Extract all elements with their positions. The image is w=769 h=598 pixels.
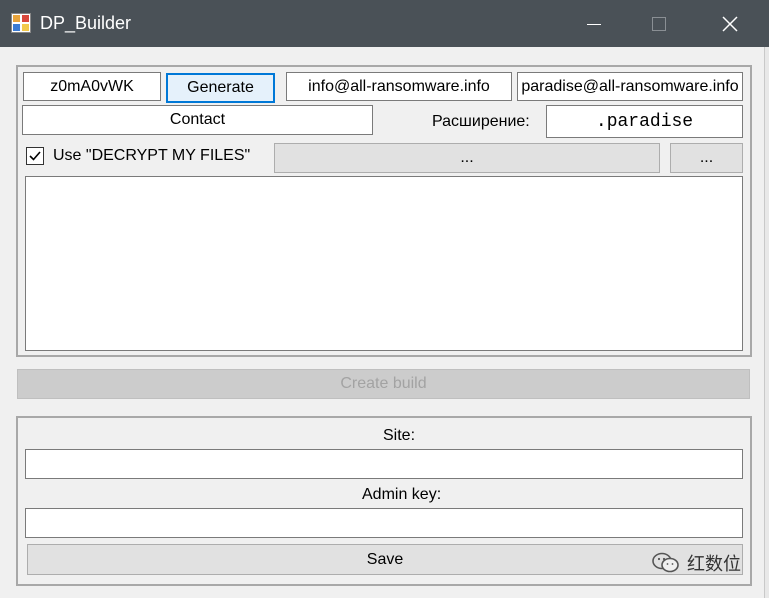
site-input[interactable] (25, 449, 743, 479)
minimize-icon (587, 24, 601, 25)
email-field-1[interactable]: info@all-ransomware.info (286, 72, 512, 101)
window-edge (764, 47, 769, 598)
admin-key-input[interactable] (25, 508, 743, 538)
save-button[interactable]: Save (27, 544, 743, 575)
watermark-text: 红数位 (687, 554, 741, 574)
generate-button[interactable]: Generate (166, 73, 275, 103)
watermark: 红数位 (651, 550, 741, 576)
title-bar: DP_Builder (0, 0, 769, 47)
use-decrypt-checkbox[interactable] (26, 147, 44, 165)
extension-label: Расширение: (432, 113, 530, 130)
close-button[interactable] (707, 0, 753, 47)
email-field-2[interactable]: paradise@all-ransomware.info (517, 72, 743, 101)
app-window-icon (11, 13, 31, 33)
maximize-icon (652, 16, 666, 31)
window-title: DP_Builder (40, 13, 132, 33)
admin-key-label: Admin key: (362, 486, 442, 503)
contact-field[interactable]: Contact (22, 105, 373, 135)
close-icon (722, 15, 738, 32)
notes-textarea[interactable] (25, 176, 743, 351)
maximize-button[interactable] (636, 0, 682, 47)
site-label: Site: (383, 427, 416, 444)
wechat-icon (652, 552, 679, 573)
minimize-button[interactable] (571, 0, 617, 47)
extension-field[interactable]: .paradise (546, 105, 743, 138)
browse-button[interactable]: ... (670, 143, 743, 173)
use-decrypt-label: Use "DECRYPT MY FILES" (53, 147, 251, 164)
checkmark-icon (29, 151, 41, 161)
key-field[interactable]: z0mA0vWK (23, 72, 161, 101)
file-path-button[interactable]: ... (274, 143, 660, 173)
create-build-button[interactable]: Create build (17, 369, 750, 399)
